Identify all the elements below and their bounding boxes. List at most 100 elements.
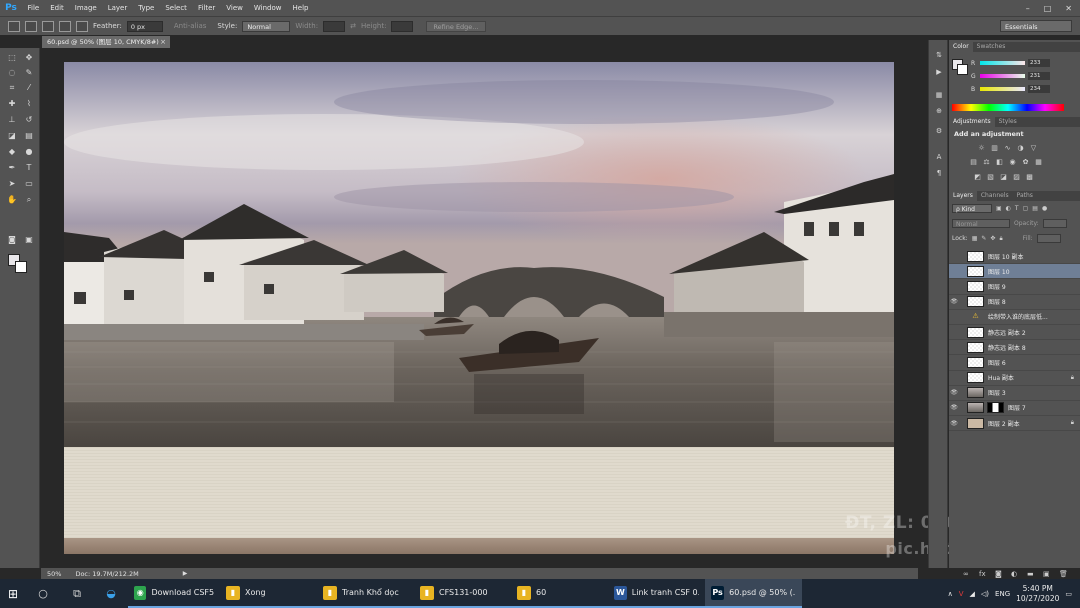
filter-type-icon[interactable]: T [1015,205,1019,212]
intersect-selection-icon[interactable] [76,20,88,32]
actions-play-icon[interactable]: ▶ [933,67,945,77]
new-group-icon[interactable]: ▬ [1027,570,1034,578]
style-select[interactable]: Normal [242,20,291,32]
visibility-eye-icon[interactable]: 👁︎ [949,313,959,320]
new-selection-icon[interactable] [25,20,37,32]
taskbar-app[interactable]: Ps 60.psd @ 50% (... [705,579,802,608]
posterize-icon[interactable]: ▧ [986,173,995,181]
brightness-contrast-icon[interactable]: ☼ [977,144,986,152]
layer-row[interactable]: 👁︎ ⚠ 绘制带入谁的底层低... [949,310,1080,325]
tab-paths[interactable]: Paths [1013,191,1037,201]
g-slider[interactable] [980,74,1025,78]
paragraph-icon[interactable]: ¶ [933,168,945,178]
shape-tool-icon[interactable]: ▭ [22,178,36,190]
vibrance-icon[interactable]: ▽ [1029,144,1038,152]
antivirus-tray-icon[interactable]: V [959,590,964,598]
b-slider[interactable] [980,87,1025,91]
tray-chevron-icon[interactable]: ∧ [948,590,953,598]
canvas-area[interactable] [41,48,918,568]
tab-adjustments[interactable]: Adjustments [949,117,995,127]
panel-background-swatch[interactable] [957,64,968,75]
marquee-preset-icon[interactable] [8,20,20,32]
clone-source-icon[interactable]: ⊕ [933,106,945,116]
visibility-eye-icon[interactable]: 👁︎ [949,283,959,290]
status-menu-icon[interactable]: ▶ [183,570,188,577]
layer-row[interactable]: 👁︎ 图层 10 副本 [949,249,1080,265]
menu-type[interactable]: Type [133,4,160,12]
visibility-eye-icon[interactable]: 👁︎ [949,298,959,305]
volume-icon[interactable]: ◁) [981,590,989,598]
menu-select[interactable]: Select [160,4,193,12]
lock-transparent-icon[interactable]: ▦ [972,235,978,242]
visibility-eye-icon[interactable]: 👁︎ [949,329,959,336]
filter-pixel-icon[interactable]: ▣ [996,205,1002,212]
visibility-eye-icon[interactable]: 👁︎ [949,420,959,427]
pen-tool-icon[interactable]: ✒ [5,162,19,174]
menu-filter[interactable]: Filter [192,4,220,12]
visibility-eye-icon[interactable]: 👁︎ [949,359,959,366]
antialias-checkbox[interactable]: Anti-alias [174,22,207,30]
dodge-tool-icon[interactable]: ● [22,146,36,158]
tab-color[interactable]: Color [949,42,973,52]
photo-filter-icon[interactable]: ◉ [1008,158,1017,166]
color-balance-icon[interactable]: ⚖ [982,158,991,166]
quick-selection-tool-icon[interactable]: ✎ [22,67,36,79]
menu-edit[interactable]: Edit [45,4,70,12]
healing-brush-tool-icon[interactable]: ✚ [5,98,19,110]
curves-icon[interactable]: ∿ [1003,144,1012,152]
menu-help[interactable]: Help [287,4,314,12]
lock-image-icon[interactable]: ✎ [981,235,986,242]
menu-layer[interactable]: Layer [102,4,133,12]
layer-mask-thumbnail[interactable] [987,402,1004,414]
b-value[interactable]: 234 [1028,85,1050,93]
visibility-eye-icon[interactable]: 👁︎ [949,253,959,260]
layer-row[interactable]: 👁︎ 图层 10 [949,264,1080,280]
selective-color-icon[interactable]: ▩ [1025,173,1034,181]
clone-stamp-tool-icon[interactable]: ⊥ [5,114,19,126]
artboard[interactable] [64,62,894,554]
visibility-eye-icon[interactable]: 👁︎ [949,268,959,275]
lasso-tool-icon[interactable]: ◌ [5,67,19,79]
layer-row[interactable]: 👁︎ 图层 2 副本 🔒︎ [949,416,1080,432]
maximize-icon[interactable]: □ [1044,4,1052,13]
tab-styles[interactable]: Styles [995,117,1021,127]
height-input[interactable] [391,20,414,32]
color-lookup-icon[interactable]: ▦ [1034,158,1043,166]
start-menu-icon[interactable]: ⊞ [0,587,26,601]
taskbar-app[interactable]: W Link tranh CSF 0... [608,579,705,608]
gradient-map-icon[interactable]: ▨ [1012,173,1021,181]
eyedropper-tool-icon[interactable]: ⁄ [22,82,36,94]
close-tab-icon[interactable]: × [160,36,166,48]
menu-view[interactable]: View [221,4,249,12]
layer-style-icon[interactable]: fx [979,570,986,578]
color-spectrum-bar[interactable] [952,104,1064,111]
document-tab[interactable]: 60.psd @ 50% (图层 10, CMYK/8#) × [42,36,170,48]
swap-icon[interactable]: ⇄ [350,22,356,30]
invert-icon[interactable]: ◩ [973,173,982,181]
menu-image[interactable]: Image [69,4,102,12]
gradient-tool-icon[interactable]: ▤ [22,130,36,142]
layer-row[interactable]: 👁︎ 静志远 副本 2 [949,325,1080,341]
new-adjustment-icon[interactable]: ◐ [1011,570,1017,578]
character-icon[interactable]: A [933,152,945,162]
notifications-icon[interactable]: ▭ [1065,590,1072,598]
visibility-eye-icon[interactable]: 👁︎ [949,389,959,396]
visibility-eye-icon[interactable]: 👁︎ [949,374,959,381]
zoom-level[interactable]: 50% [47,570,61,578]
crop-tool-icon[interactable]: ⌗ [5,82,19,94]
history-brush-tool-icon[interactable]: ↺ [22,114,36,126]
network-icon[interactable]: ◢ [970,590,975,598]
hue-saturation-icon[interactable]: ▤ [969,158,978,166]
hand-tool-icon[interactable]: ✋ [5,194,19,206]
brush-presets-icon[interactable]: ▦ [933,90,945,100]
layer-row[interactable]: 👁︎ 图层 9 [949,279,1080,295]
taskbar-app[interactable]: ▮ 60 [511,579,608,608]
lock-all-icon[interactable]: 🔒︎ [999,235,1002,243]
close-window-icon[interactable]: ✕ [1065,4,1072,13]
taskbar-app[interactable]: ◉ Download CSF5... [128,579,220,608]
layer-row[interactable]: 👁︎ Hua 副本 🔒︎ [949,371,1080,386]
tab-channels[interactable]: Channels [977,191,1013,201]
minimize-icon[interactable]: – [1026,4,1030,13]
task-view-icon[interactable]: ⧉ [60,587,94,601]
edge-browser-icon[interactable]: ◒ [94,587,128,600]
